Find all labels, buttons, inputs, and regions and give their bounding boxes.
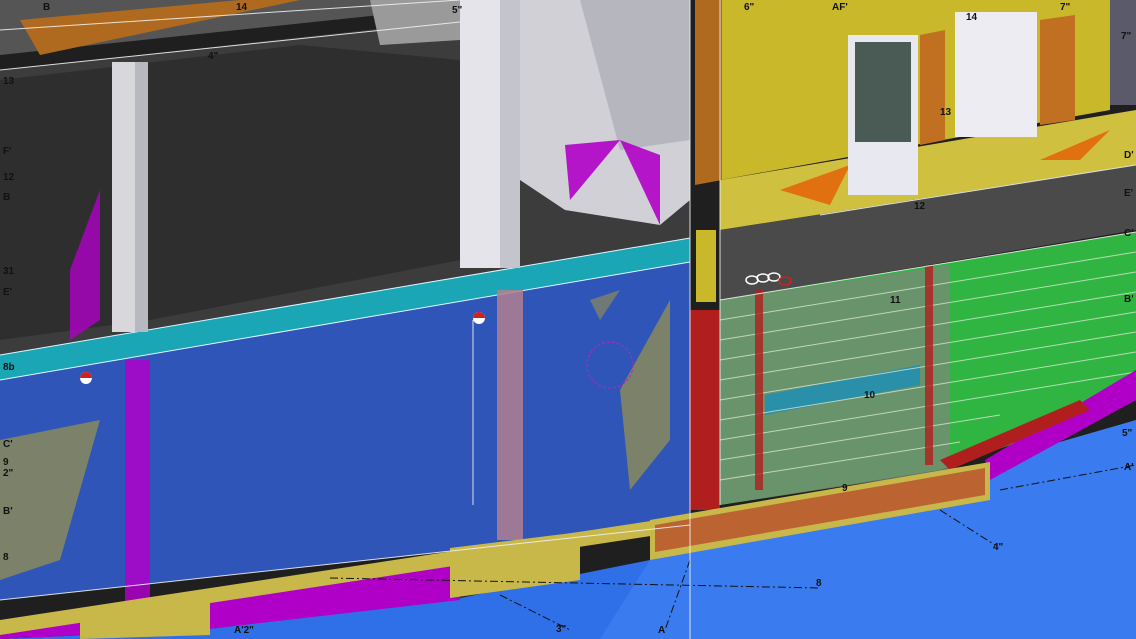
column-lower-center (497, 290, 523, 540)
top-beam-grey (370, 0, 460, 45)
grid-label-13-mid: 13 (940, 107, 952, 118)
grid-label-ap-right: A' (1124, 462, 1134, 473)
red-rebar-stripe-2 (925, 265, 933, 465)
grid-label-8b-left: 8b (3, 362, 15, 373)
grid-label-7dd-right: 7" (1121, 31, 1132, 42)
grid-label-4d: 4" (208, 51, 219, 62)
grid-label-14-top: 14 (236, 2, 248, 13)
orange-strip-3 (695, 0, 722, 185)
structural-model-scene[interactable] (0, 0, 1136, 639)
dark-panel-right (1110, 0, 1136, 105)
grid-label-11-mid: 11 (890, 295, 901, 306)
column-left-face (135, 62, 148, 332)
grid-label-8-left: 8 (3, 552, 9, 563)
section-marker-icon[interactable] (473, 312, 485, 324)
grid-label-cp-right: C' (1124, 228, 1134, 239)
grid-label-2dd-left: 2" (3, 468, 14, 479)
column-lower-left (125, 360, 150, 610)
grid-label-4dd-bottom: 4" (993, 542, 1004, 553)
grid-label-bp-left: B' (3, 506, 13, 517)
door-glass (855, 42, 911, 142)
column-center-face (500, 0, 520, 268)
section-marker-icon[interactable] (80, 372, 92, 384)
grid-label-b-top: B (43, 2, 51, 13)
grid-label-dp-right: D' (1124, 150, 1134, 161)
window-panel (955, 12, 1037, 137)
model-viewport[interactable]: B 14 5" 4" 6" AF' 14 7" 7" 13 13 F' 12 B… (0, 0, 1136, 639)
grid-label-bp-right: B' (1124, 294, 1134, 305)
grid-label-3dd-bottom: 3" (556, 624, 567, 635)
orange-strip-2 (920, 30, 945, 145)
grid-label-6dd: 6" (744, 2, 755, 13)
grid-label-13-left: 13 (3, 76, 15, 87)
grid-label-31-left: 31 (3, 266, 15, 277)
grid-label-9-mid: 9 (842, 483, 848, 494)
grid-label-a-bottom: A (658, 625, 666, 636)
grid-label-ep-right: E' (1124, 188, 1134, 199)
yellow-column-strip (696, 230, 716, 302)
grid-label-afp: AF' (832, 2, 848, 13)
grid-label-b-left: B (3, 192, 11, 203)
grid-label-10-mid: 10 (864, 390, 876, 401)
red-rebar-column (690, 310, 720, 510)
grid-label-5dd-right: 5" (1122, 428, 1133, 439)
grid-label-14-right: 14 (966, 12, 978, 23)
grid-label-12-mid: 12 (914, 201, 926, 212)
grid-label-7dd-top: 7" (1060, 2, 1071, 13)
grid-label-9-left: 9 (3, 457, 9, 468)
grid-label-cp-left: C' (3, 439, 13, 450)
grid-label-a2-bottom: A'2" (234, 625, 254, 636)
grid-label-5dd-top: 5" (452, 5, 463, 16)
red-rebar-stripe-1 (755, 290, 763, 490)
grid-label-fp-left: F' (3, 146, 12, 157)
grid-label-ep-left: E' (3, 287, 13, 298)
orange-strip-1 (1040, 15, 1075, 125)
grid-label-8-bottom: 8 (816, 578, 822, 589)
grid-label-12-left: 12 (3, 172, 15, 183)
